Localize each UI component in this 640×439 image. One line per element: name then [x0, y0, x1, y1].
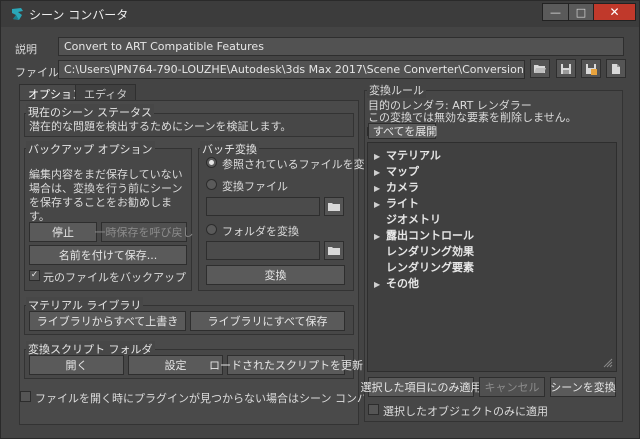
rule-tree-item-label: カメラ — [386, 181, 419, 194]
rule-tree-item-label: マテリアル — [386, 149, 441, 162]
open-preset-button[interactable] — [530, 59, 550, 78]
resize-grip-icon[interactable] — [603, 358, 613, 368]
maximize-icon: □ — [575, 5, 587, 19]
close-icon: ✕ — [609, 5, 620, 19]
rule-tree-item-label: レンダリング効果 — [386, 245, 474, 258]
convert-scene-button[interactable]: シーンを変換 — [550, 377, 616, 397]
rule-tree-item[interactable]: ▶ 露出コントロール — [374, 227, 474, 243]
rule-tree-item[interactable]: ▶ マップ — [374, 163, 419, 179]
minimize-button[interactable]: — — [542, 3, 569, 21]
radio-convert-file-label: 変換ファイル — [222, 180, 288, 193]
stop-button[interactable]: 停止 — [29, 222, 97, 242]
app-3ds-icon — [12, 8, 23, 20]
backup-options-title: バックアップ オプション — [26, 141, 155, 157]
folder-icon — [328, 246, 340, 255]
minimize-icon: — — [550, 5, 561, 19]
radio-referenced-files-label: 参照されているファイルを変換 — [222, 158, 376, 171]
rule-tree-item-label: その他 — [386, 277, 419, 290]
expand-arrow-icon[interactable]: ▶ — [374, 168, 386, 177]
description-label: 説明 — [15, 43, 37, 56]
rules-tree[interactable]: ▶ マテリアル ▶ マップ ▶ カメラ ▶ ライト ジオメトリ ▶ 露出コントロール レンダリング効果… — [367, 142, 617, 372]
filename-field[interactable]: C:\Users\JPN764-790-LOUZHE\Autodesk\3ds … — [58, 60, 525, 79]
backup-description: 編集内容をまだ保存していない場合は、変換を行う前にシーンを保存することをお勧めし… — [29, 168, 183, 223]
rule-tree-item[interactable]: ▶ マテリアル — [374, 147, 441, 163]
browse-file-button[interactable] — [324, 197, 344, 216]
radio-convert-folder-label: フォルダを変換 — [222, 225, 299, 238]
folder-icon — [328, 202, 340, 211]
backup-original-label: 元のファイルをバックアップ — [43, 271, 186, 284]
rule-tree-item[interactable]: ジオメトリ — [374, 211, 441, 227]
tab-editor[interactable]: エディタ — [75, 84, 137, 101]
apply-selected-only-button[interactable]: 選択した項目にのみ適用 — [361, 377, 482, 397]
expand-arrow-icon[interactable]: ▶ — [374, 184, 386, 193]
description-field[interactable]: Convert to ART Compatible Features — [58, 37, 624, 56]
batch-conversion-title: バッチ変換 — [200, 141, 259, 157]
rule-tree-item[interactable]: ▶ カメラ — [374, 179, 419, 195]
overwrite-from-library-button[interactable]: ライブラリからすべて上書き — [29, 311, 186, 331]
restore-hold-button[interactable]: 一時保存を呼び戻し — [95, 222, 194, 242]
convert-folder-path-field[interactable] — [206, 241, 320, 260]
rule-tree-item-label: ジオメトリ — [386, 213, 441, 226]
new-preset-button[interactable] — [606, 59, 626, 78]
window-title: シーン コンバータ — [29, 8, 129, 22]
save-preset-button[interactable] — [556, 59, 576, 78]
rule-tree-item[interactable]: ▶ その他 — [374, 275, 419, 291]
conversion-rules-title: 変換ルール — [367, 82, 426, 98]
rule-tree-item-label: ライト — [386, 197, 419, 210]
batch-convert-button[interactable]: 変換 — [206, 265, 345, 285]
radio-convert-folder[interactable] — [206, 224, 217, 235]
maximize-button[interactable]: □ — [568, 3, 594, 21]
scene-status-text: 潜在的な問題を検出するためにシーンを検証します。 — [29, 120, 292, 133]
expand-all-button[interactable]: すべてを展開 — [366, 123, 438, 139]
folder-open-icon — [534, 64, 546, 73]
rule-tree-item[interactable]: ▶ ライト — [374, 195, 419, 211]
radio-convert-file[interactable] — [206, 179, 217, 190]
rule-tree-item-label: 露出コントロール — [386, 229, 474, 242]
convert-file-path-field[interactable] — [206, 197, 320, 216]
save-icon — [561, 63, 571, 74]
backup-original-checkbox[interactable]: ✓ — [29, 270, 40, 281]
save-as-icon — [586, 63, 597, 75]
expand-arrow-icon[interactable]: ▶ — [374, 200, 386, 209]
expand-arrow-icon[interactable]: ▶ — [374, 152, 386, 161]
selected-objects-only-checkbox[interactable] — [368, 404, 379, 415]
rule-tree-item-label: レンダリング要素 — [386, 261, 474, 274]
close-button[interactable]: ✕ — [593, 3, 636, 21]
cancel-button[interactable]: キャンセル — [479, 377, 545, 397]
rule-tree-item[interactable]: レンダリング要素 — [374, 259, 474, 275]
new-document-icon — [612, 63, 620, 74]
browse-folder-button[interactable] — [324, 241, 344, 260]
radio-referenced-files[interactable] — [206, 157, 217, 168]
save-as-button[interactable]: 名前を付けて保存... — [29, 245, 187, 265]
save-as-preset-button[interactable] — [581, 59, 601, 78]
rule-tree-item-label: マップ — [386, 165, 419, 178]
title-bar[interactable]: シーン コンバータ — □ ✕ — [1, 1, 639, 27]
expand-all-label: すべてを展開 — [372, 125, 438, 138]
selected-objects-only-label: 選択したオブジェクトのみに適用 — [383, 405, 548, 418]
open-on-missing-plugin-checkbox[interactable] — [20, 391, 31, 402]
refresh-scripts-button[interactable]: ロードされたスクリプトを更新 — [209, 355, 363, 375]
rule-tree-item[interactable]: レンダリング効果 — [374, 243, 474, 259]
expand-arrow-icon[interactable]: ▶ — [374, 280, 386, 289]
expand-arrow-icon[interactable]: ▶ — [374, 232, 386, 241]
open-folder-button[interactable]: 開く — [29, 355, 124, 375]
scene-converter-window: シーン コンバータ — □ ✕ 説明 Convert to ART Compat… — [0, 0, 640, 439]
expand-all-checkbox — [366, 126, 369, 136]
save-all-to-library-button[interactable]: ライブラリにすべて保存 — [190, 311, 345, 331]
